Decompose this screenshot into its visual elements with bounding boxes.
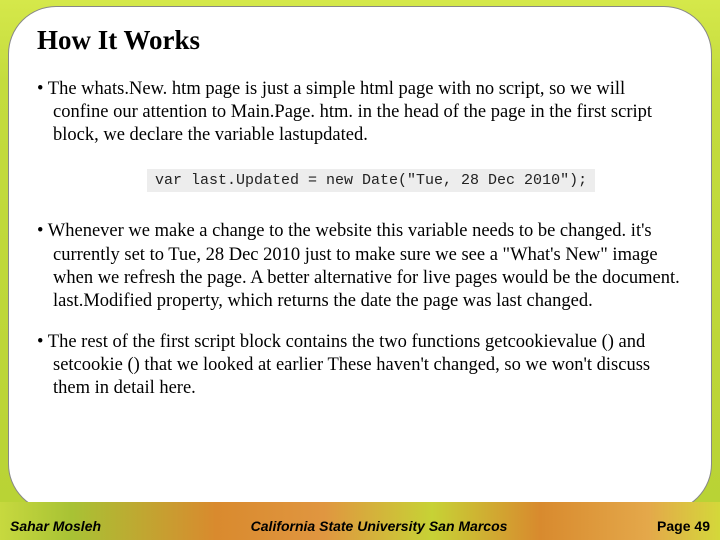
bullet-1: The whats.New. htm page is just a simple…: [37, 78, 683, 147]
page-number: 49: [694, 518, 710, 534]
bullet-3: The rest of the first script block conta…: [37, 331, 683, 400]
bullet-2: Whenever we make a change to the website…: [37, 220, 683, 313]
slide-content: How It Works The whats.New. htm page is …: [8, 6, 712, 512]
page-label: Page: [657, 518, 690, 534]
footer-institution: California State University San Marcos: [251, 518, 508, 534]
footer-author: Sahar Mosleh: [10, 518, 101, 534]
slide: How It Works The whats.New. htm page is …: [0, 0, 720, 540]
slide-title: How It Works: [37, 25, 683, 56]
footer-page: Page 49: [657, 518, 710, 534]
code-snippet: var last.Updated = new Date("Tue, 28 Dec…: [147, 169, 595, 192]
footer: Sahar Mosleh California State University…: [0, 508, 720, 536]
